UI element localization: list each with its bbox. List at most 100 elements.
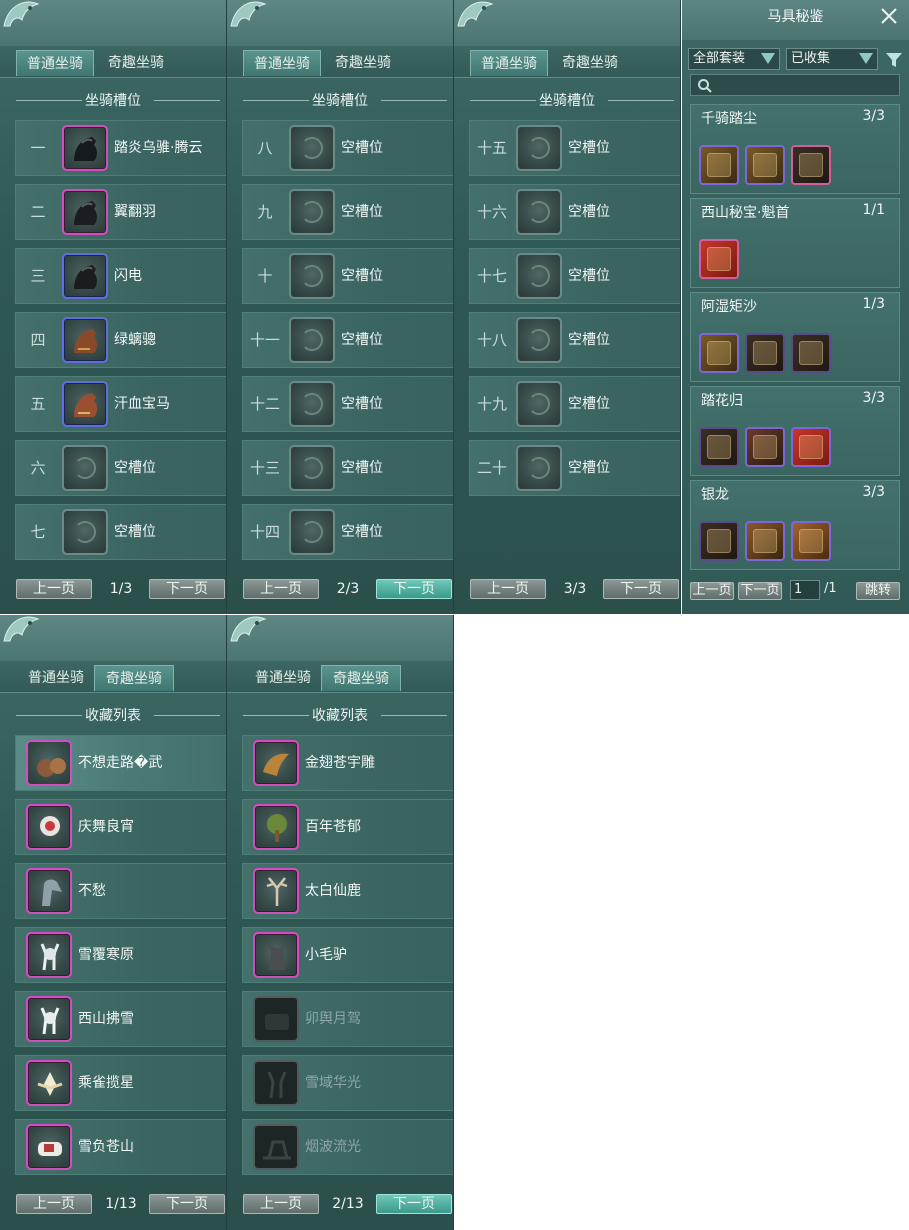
next-page-button[interactable]: 下一页	[149, 579, 225, 599]
prev-page-button[interactable]: 上一页	[243, 1194, 319, 1214]
slot-row[interactable]: 九空槽位	[242, 184, 453, 240]
gear-item-icon[interactable]	[745, 521, 785, 561]
page-total: /1	[824, 581, 837, 596]
collection-row[interactable]: 乘雀揽星	[15, 1055, 226, 1111]
set-card[interactable]: 西山秘宝·魁首 1/1	[690, 198, 900, 288]
gear-item-icon[interactable]	[745, 427, 785, 467]
close-icon[interactable]	[879, 6, 899, 26]
slot-row[interactable]: 二十 空槽位	[469, 440, 680, 496]
gear-item-icon[interactable]	[791, 427, 831, 467]
set-card[interactable]: 银龙 3/3	[690, 480, 900, 570]
slot-row[interactable]: 三闪电	[15, 248, 226, 304]
slot-row[interactable]: 十四 空槽位	[242, 504, 453, 560]
codex-next-button[interactable]: 下一页	[738, 582, 782, 600]
section-heading: 收藏列表	[0, 705, 226, 727]
collection-row[interactable]: 雪负苍山	[15, 1119, 226, 1175]
slot-row[interactable]: 七空槽位	[15, 504, 226, 560]
slot-row[interactable]: 十二 空槽位	[242, 376, 453, 432]
codex-prev-button[interactable]: 上一页	[690, 582, 734, 600]
collection-row[interactable]: 西山拂雪	[15, 991, 226, 1047]
empty-slot-icon	[289, 253, 335, 299]
section-heading: 坐骑槽位	[0, 90, 226, 112]
white-beast-icon	[26, 1124, 72, 1170]
panel-header	[454, 0, 680, 46]
gear-item-icon[interactable]	[745, 333, 785, 373]
gear-item-icon[interactable]	[791, 521, 831, 561]
collection-row[interactable]: 雪覆寒原	[15, 927, 226, 983]
slot-row[interactable]: 二翼翻羽	[15, 184, 226, 240]
prev-page-button[interactable]: 上一页	[470, 579, 546, 599]
gear-item-icon[interactable]	[745, 145, 785, 185]
prev-page-button[interactable]: 上一页	[243, 579, 319, 599]
page-number-input[interactable]: 1	[790, 580, 820, 600]
tab-normal-mounts[interactable]: 普通坐骑	[18, 665, 94, 691]
slot-row[interactable]: 一踏炎乌骓·腾云	[15, 120, 226, 176]
slot-row[interactable]: 十一 空槽位	[242, 312, 453, 368]
gear-item-icon[interactable]	[699, 145, 739, 185]
tab-normal-mounts[interactable]: 普通坐骑	[470, 50, 548, 76]
gear-item-icon[interactable]	[791, 145, 831, 185]
locked-mount-icon	[253, 1124, 299, 1170]
slot-row[interactable]: 五汗血宝马	[15, 376, 226, 432]
collection-row[interactable]: 金翅苍宇雕	[242, 735, 453, 791]
fun-mount-panel-2: 普通坐骑 奇趣坐骑 收藏列表 金翅苍宇雕 百年苍郁 太白仙鹿 小毛驴 卯舆月驾 …	[227, 615, 454, 1230]
collection-row[interactable]: 百年苍郁	[242, 799, 453, 855]
jump-button[interactable]: 跳转	[856, 582, 900, 600]
tab-fun-mounts[interactable]: 奇趣坐骑	[94, 665, 174, 691]
tab-fun-mounts[interactable]: 奇趣坐骑	[96, 50, 176, 76]
tab-fun-mounts[interactable]: 奇趣坐骑	[323, 50, 403, 76]
collection-row[interactable]: 庆舞良宵	[15, 799, 226, 855]
slot-row[interactable]: 六空槽位	[15, 440, 226, 496]
collection-row[interactable]: 烟波流光	[242, 1119, 453, 1175]
set-filter-dropdown[interactable]: 全部套装	[688, 48, 780, 70]
empty-slot-icon	[516, 125, 562, 171]
tab-normal-mounts[interactable]: 普通坐骑	[245, 665, 321, 691]
page-indicator: 1/3	[109, 581, 133, 597]
empty-slot-icon	[62, 509, 108, 555]
slot-row[interactable]: 八空槽位	[242, 120, 453, 176]
empty-slot-icon	[289, 125, 335, 171]
gear-item-icon[interactable]	[699, 521, 739, 561]
gear-item-icon[interactable]	[699, 427, 739, 467]
tab-normal-mounts[interactable]: 普通坐骑	[243, 50, 321, 76]
gear-item-icon[interactable]	[791, 333, 831, 373]
mount-type-tabs: 普通坐骑 奇趣坐骑	[454, 48, 680, 78]
collection-row[interactable]: 卯舆月驾	[242, 991, 453, 1047]
next-page-button[interactable]: 下一页	[149, 1194, 225, 1214]
white-deer-icon	[26, 932, 72, 978]
slot-row[interactable]: 十三 空槽位	[242, 440, 453, 496]
filter-icon[interactable]	[885, 51, 903, 69]
status-filter-dropdown[interactable]: 已收集	[786, 48, 878, 70]
slot-row[interactable]: 十六 空槽位	[469, 184, 680, 240]
collection-row[interactable]: 太白仙鹿	[242, 863, 453, 919]
next-page-button[interactable]: 下一页	[376, 579, 452, 599]
slot-row[interactable]: 四绿螭骢	[15, 312, 226, 368]
duck-mount-icon	[26, 740, 72, 786]
slot-row[interactable]: 十九 空槽位	[469, 376, 680, 432]
slot-row[interactable]: 十八 空槽位	[469, 312, 680, 368]
next-page-button[interactable]: 下一页	[603, 579, 679, 599]
collection-row[interactable]: 不想走路�武	[15, 735, 226, 791]
black-horse-icon	[62, 189, 108, 235]
slot-row[interactable]: 十空槽位	[242, 248, 453, 304]
next-page-button[interactable]: 下一页	[376, 1194, 452, 1214]
set-card[interactable]: 阿湿矩沙 1/3	[690, 292, 900, 382]
set-card[interactable]: 千骑踏尘 3/3	[690, 104, 900, 194]
page-indicator: 2/13	[332, 1196, 364, 1212]
gear-item-icon[interactable]	[699, 239, 739, 279]
slot-row[interactable]: 十七 空槽位	[469, 248, 680, 304]
search-input[interactable]	[690, 74, 900, 96]
prev-page-button[interactable]: 上一页	[16, 1194, 92, 1214]
set-card[interactable]: 踏花归 3/3	[690, 386, 900, 476]
prev-page-button[interactable]: 上一页	[16, 579, 92, 599]
tab-fun-mounts[interactable]: 奇趣坐骑	[321, 665, 401, 691]
tab-fun-mounts[interactable]: 奇趣坐骑	[550, 50, 630, 76]
black-horse-icon	[62, 125, 108, 171]
collection-row[interactable]: 不愁	[15, 863, 226, 919]
slot-row[interactable]: 十五 空槽位	[469, 120, 680, 176]
brown-horse-icon	[62, 381, 108, 427]
collection-row[interactable]: 雪域华光	[242, 1055, 453, 1111]
gear-item-icon[interactable]	[699, 333, 739, 373]
collection-row[interactable]: 小毛驴	[242, 927, 453, 983]
tab-normal-mounts[interactable]: 普通坐骑	[16, 50, 94, 76]
